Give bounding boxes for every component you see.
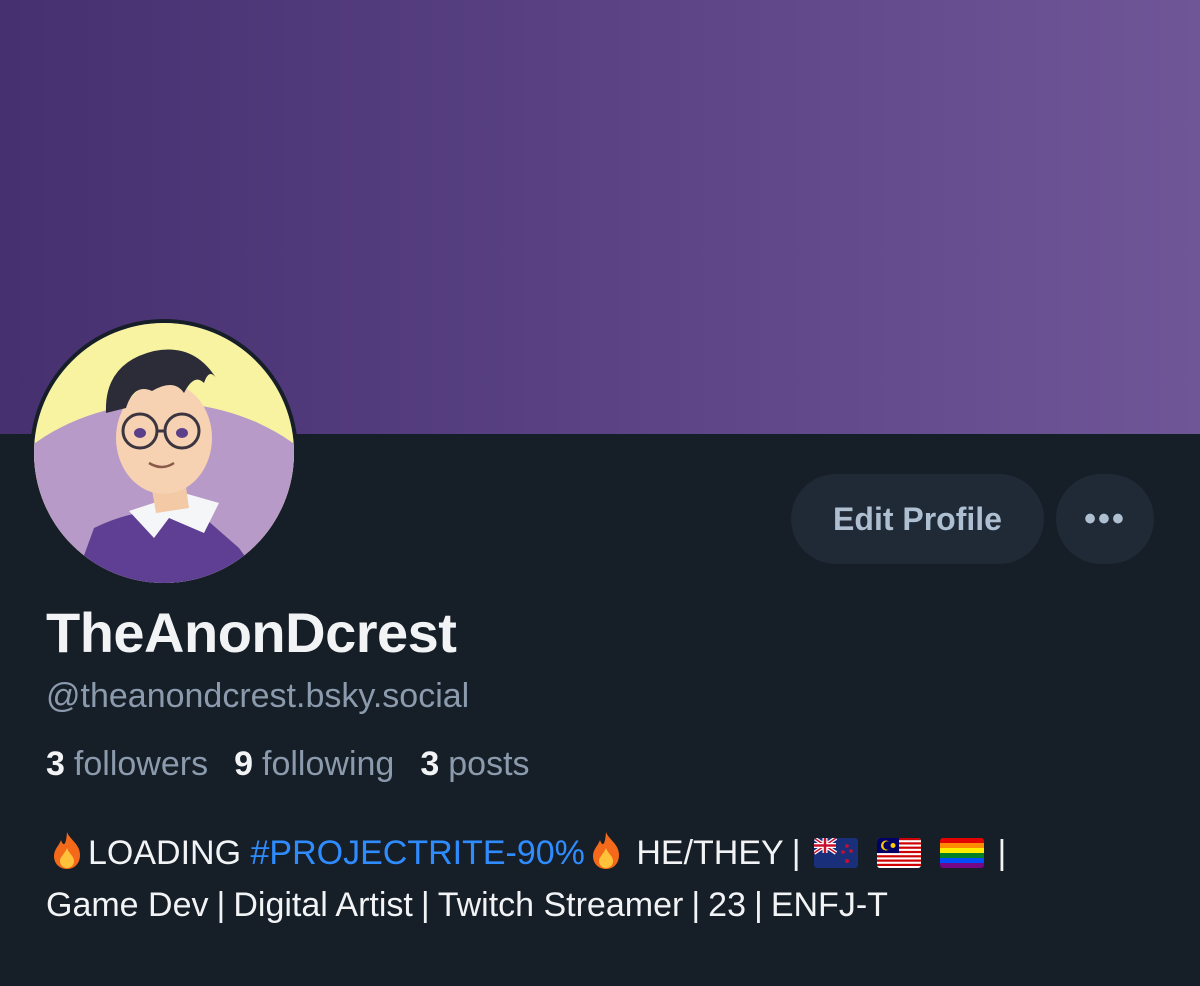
profile-handle: @theanondcrest.bsky.social xyxy=(46,677,470,715)
following-label: following xyxy=(262,745,395,783)
rainbow-flag-icon xyxy=(940,838,985,868)
bio-item: Game Dev xyxy=(46,886,209,924)
bio-loading-text: LOADING xyxy=(88,834,242,872)
edit-profile-label: Edit Profile xyxy=(833,500,1002,537)
display-name: TheAnonDcrest xyxy=(46,601,457,664)
bio-pronouns: HE/THEY xyxy=(636,834,784,872)
bio-item: 23 xyxy=(708,886,746,924)
bio-item: ENFJ-T xyxy=(770,886,888,924)
fire-icon xyxy=(592,832,619,869)
bio-item: Twitch Streamer xyxy=(437,886,684,924)
edit-profile-button[interactable]: Edit Profile xyxy=(791,474,1044,564)
followers-count: 3 xyxy=(46,745,65,783)
bio-separator: | xyxy=(420,886,430,924)
posts-stat: 3 posts xyxy=(420,745,529,784)
bio-separator: | xyxy=(691,886,701,924)
bio-separator: | xyxy=(997,834,1007,872)
profile-bio: LOADING #PROJECTRITE-90% HE/THEY | | Game… xyxy=(46,827,1146,931)
followers-label: followers xyxy=(73,745,209,783)
profile-stats: 3 followers 9 following 3 posts xyxy=(46,745,530,784)
avatar-illustration xyxy=(34,323,294,583)
following-stat[interactable]: 9 following xyxy=(234,745,394,784)
fire-icon xyxy=(54,832,80,869)
bio-separator: | xyxy=(216,886,226,924)
bio-item: Digital Artist xyxy=(233,886,413,924)
ellipsis-icon: ••• xyxy=(1084,499,1126,538)
bio-separator: | xyxy=(753,886,763,924)
bio-hashtag-link[interactable]: #PROJECTRITE-90% xyxy=(251,834,585,872)
profile-avatar[interactable] xyxy=(30,319,298,587)
following-count: 9 xyxy=(234,745,254,783)
followers-stat[interactable]: 3 followers xyxy=(46,745,208,784)
more-options-button[interactable]: ••• xyxy=(1056,474,1154,564)
posts-count: 3 xyxy=(420,745,440,783)
posts-label: posts xyxy=(448,745,530,783)
bio-separator: | xyxy=(791,834,801,872)
malaysia-flag-icon xyxy=(877,838,922,868)
new-zealand-flag-icon xyxy=(813,838,858,868)
